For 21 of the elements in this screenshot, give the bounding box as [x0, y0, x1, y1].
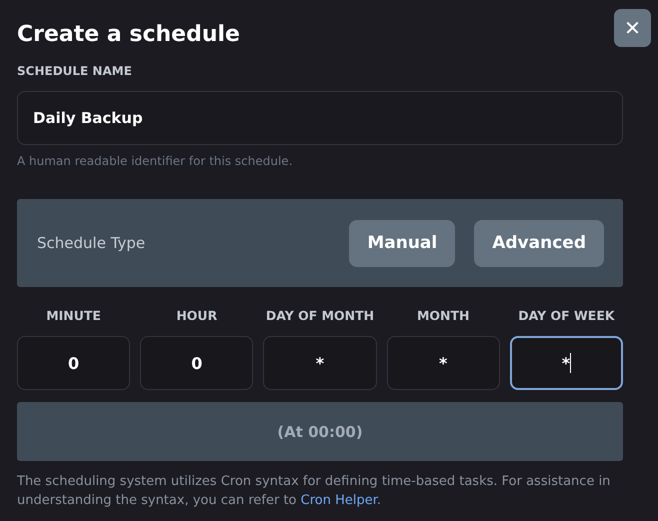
cron-field-label: MONTH	[416, 308, 470, 324]
field-label: SCHEDULE NAME	[17, 63, 133, 79]
dialog-title: Create a schedule	[17, 21, 241, 49]
close-button[interactable]: ✕	[614, 9, 651, 47]
help-text: The scheduling system utilizes Cron syntax for defining time-based tasks. For assistance in understanding the syntax, you can refer to Cron Helper.	[17, 473, 612, 510]
cron-field[interactable]: *	[386, 336, 500, 390]
schedule-type-label: Schedule Type	[37, 234, 146, 252]
cron-helper-link[interactable]: Cron Helper	[300, 493, 377, 508]
cron-field[interactable]: 0	[140, 336, 254, 390]
cron-field[interactable]: 0	[17, 336, 130, 390]
cron-field-label: DAY OF WEEK	[517, 308, 616, 324]
schedule-type-button[interactable]: Manual	[349, 220, 456, 266]
cron-field[interactable]: *	[263, 336, 377, 390]
field-hint: A human readable identifier for this schedule.	[17, 153, 294, 169]
cron-field-label: MINUTE	[45, 308, 102, 324]
cron-field[interactable]: *	[510, 336, 623, 390]
cron-field-label: HOUR	[175, 308, 218, 324]
cron-field-label: DAY OF MONTH	[264, 308, 376, 324]
schedule-name-field[interactable]: Daily Backup	[17, 91, 623, 145]
cron-summary: (At 00:00)	[17, 402, 623, 461]
schedule-type-button[interactable]: Advanced	[474, 220, 604, 266]
